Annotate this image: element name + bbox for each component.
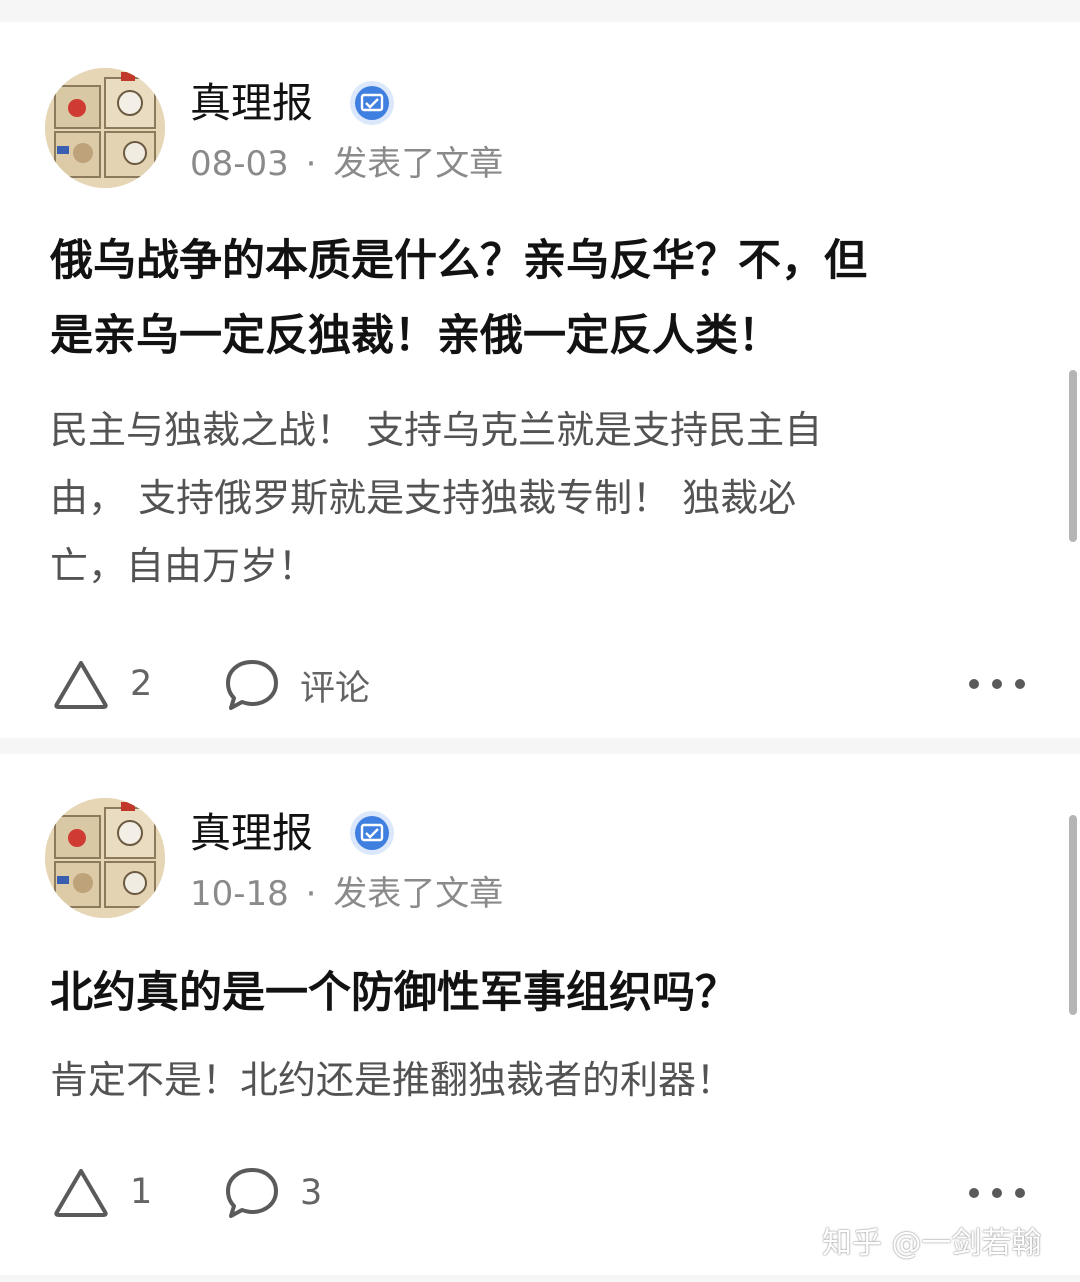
post-title[interactable]: 北约真的是一个防御性军事组织吗？ [50,956,1030,1031]
post-card[interactable]: 真理报 10-18 · 发表了文章 北约真的是一个防御性军事组织吗？ 肯定不是！… [0,754,1080,1275]
excerpt-line: 由， 支持俄罗斯就是支持独裁专制！ 独裁必 [50,476,797,520]
post-card[interactable]: 真理报 08-03 · 发表了文章 俄乌战争的本质是什么？亲乌反华？不，但 是亲… [0,22,1080,738]
excerpt-line: 亡，自由万岁！ [50,544,317,588]
like-button[interactable]: 1 [52,1166,152,1218]
more-dots-icon[interactable] [967,1185,1027,1199]
title-line: 是亲乌一定反独裁！亲俄一定反人类！ [50,311,781,361]
upvote-triangle-icon [54,661,108,709]
post-action: 发表了文章 [333,874,504,914]
like-button[interactable]: 2 [52,658,152,710]
post-date: 08-03 [190,144,289,184]
upvote-triangle-icon [54,1169,108,1217]
comment-button[interactable]: 评论 [224,658,370,712]
scrollbar[interactable] [1069,815,1077,1015]
avatar[interactable] [45,68,165,188]
title-line: 北约真的是一个防御性军事组织吗？ [50,968,738,1018]
avatar[interactable] [45,798,165,918]
comment-bubble-icon [226,1168,278,1218]
post-excerpt[interactable]: 民主与独裁之战！ 支持乌克兰就是支持民主自 由， 支持俄罗斯就是支持独裁专制！ … [50,396,980,600]
comment-count: 3 [300,1173,323,1213]
comment-label: 评论 [300,668,371,709]
meta-separator: · [305,874,317,914]
post-date: 10-18 [190,874,289,914]
watermark: 知乎 @一剑若翰 [822,1226,1042,1261]
post-title[interactable]: 俄乌战争的本质是什么？亲乌反华？不，但 是亲乌一定反独裁！亲俄一定反人类！ [50,224,1030,374]
author-name[interactable]: 真理报 [190,808,313,858]
title-line: 俄乌战争的本质是什么？亲乌反华？不，但 [50,236,867,286]
verified-badge-icon [349,80,395,126]
scrollbar[interactable] [1069,370,1077,542]
comment-bubble-icon [226,660,278,710]
post-excerpt[interactable]: 肯定不是！北约还是推翻独裁者的利器！ [50,1046,980,1114]
excerpt-line: 民主与独裁之战！ 支持乌克兰就是支持民主自 [50,408,823,452]
post-action: 发表了文章 [333,144,504,184]
post-meta: 10-18 · 发表了文章 [190,872,503,916]
comment-button[interactable]: 3 [224,1166,322,1220]
author-name[interactable]: 真理报 [190,78,313,128]
like-count: 1 [130,1172,153,1212]
like-count: 2 [130,664,153,704]
verified-badge-icon [349,810,395,856]
post-meta: 08-03 · 发表了文章 [190,142,503,186]
excerpt-line: 肯定不是！北约还是推翻独裁者的利器！ [50,1058,735,1102]
more-dots-icon[interactable] [967,676,1027,690]
meta-separator: · [305,144,317,184]
